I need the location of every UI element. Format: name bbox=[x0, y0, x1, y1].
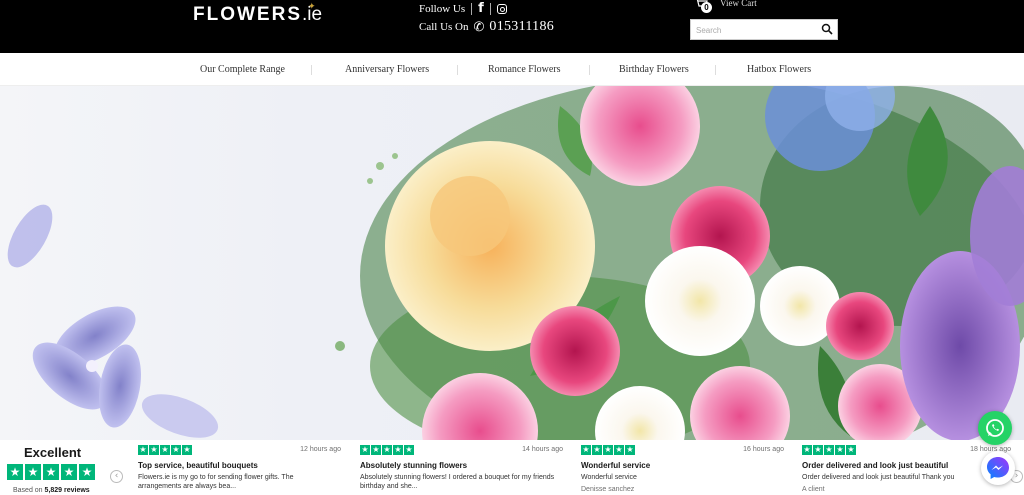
divider bbox=[489, 2, 491, 15]
instagram-icon[interactable] bbox=[496, 3, 507, 14]
review-title: Order delivered and look just beautiful bbox=[802, 461, 949, 470]
star-icon: ★ bbox=[160, 445, 170, 455]
review-card[interactable]: ★ ★ ★ ★ ★ 18 hours ago Order delivered and l… bbox=[802, 440, 1011, 495]
star-icon: ★ bbox=[603, 445, 613, 455]
chevron-left-icon[interactable]: ‹ bbox=[110, 470, 123, 483]
star-icon: ★ bbox=[149, 445, 159, 455]
star-icon: ★ bbox=[835, 445, 845, 455]
review-time: 16 hours ago bbox=[743, 446, 784, 453]
star-icon: ★ bbox=[7, 464, 23, 480]
star-icon: ★ bbox=[25, 464, 41, 480]
star-icon: ★ bbox=[360, 445, 370, 455]
review-time: 14 hours ago bbox=[522, 446, 563, 453]
nav-divider bbox=[589, 65, 590, 75]
nav-item-birthday[interactable]: Birthday Flowers bbox=[619, 64, 689, 75]
star-icon: ★ bbox=[371, 445, 381, 455]
star-icon: ★ bbox=[802, 445, 812, 455]
star-icon: ★ bbox=[824, 445, 834, 455]
star-icon: ★ bbox=[625, 445, 635, 455]
trustpilot-widget: Excellent ★ ★ ★ ★ ★ Based on 5,829 revie… bbox=[0, 440, 1024, 495]
star-icon: ★ bbox=[592, 445, 602, 455]
review-author: Denisse sanchez bbox=[581, 486, 635, 493]
star-icon: ★ bbox=[393, 445, 403, 455]
star-icon: ★ bbox=[182, 445, 192, 455]
whatsapp-icon bbox=[986, 419, 1004, 437]
nav-item-complete-range[interactable]: Our Complete Range bbox=[200, 64, 285, 75]
review-body: Flowers.ie is my go to for sending flowe… bbox=[138, 474, 294, 490]
review-stars: ★ ★ ★ ★ ★ bbox=[360, 445, 414, 455]
review-stars: ★ ★ ★ ★ ★ bbox=[138, 445, 192, 455]
star-icon: ★ bbox=[614, 445, 624, 455]
star-icon: ★ bbox=[581, 445, 591, 455]
review-card[interactable]: ★ ★ ★ ★ ★ 12 hours ago Top service, beautifu… bbox=[138, 440, 344, 495]
nav-item-anniversary[interactable]: Anniversary Flowers bbox=[345, 64, 429, 75]
messenger-button[interactable] bbox=[981, 451, 1015, 485]
review-body: Order delivered and look just beautiful … bbox=[802, 474, 955, 481]
review-author: A client bbox=[802, 486, 825, 493]
review-title: Top service, beautiful bouquets bbox=[138, 461, 258, 470]
cart-icon[interactable]: 0 bbox=[694, 0, 712, 13]
top-header: FLOWERS.ie ✦ Follow Us f Call Us On ✆ 01… bbox=[0, 0, 1024, 53]
star-icon: ★ bbox=[404, 445, 414, 455]
review-body: Wonderful service bbox=[581, 474, 637, 481]
call-label: Call Us On bbox=[419, 21, 469, 33]
review-stars: ★ ★ ★ ★ ★ bbox=[802, 445, 856, 455]
nav-divider bbox=[715, 65, 716, 75]
divider bbox=[471, 2, 473, 15]
facebook-icon[interactable]: f bbox=[478, 1, 484, 16]
whatsapp-button[interactable] bbox=[978, 411, 1012, 445]
star-icon: ★ bbox=[138, 445, 148, 455]
messenger-icon bbox=[987, 457, 1009, 479]
nav-item-romance[interactable]: Romance Flowers bbox=[488, 64, 561, 75]
star-icon: ★ bbox=[171, 445, 181, 455]
review-time: 12 hours ago bbox=[300, 446, 341, 453]
review-body: Absolutely stunning flowers! I ordered a… bbox=[360, 474, 555, 490]
review-card[interactable]: ★ ★ ★ ★ ★ 14 hours ago Absolutely stunning f… bbox=[360, 440, 566, 495]
phone-icon: ✆ bbox=[473, 19, 485, 35]
star-icon: ★ bbox=[79, 464, 95, 480]
flower-bouquet-image bbox=[7, 86, 1024, 440]
star-icon: ★ bbox=[43, 464, 59, 480]
phone-number[interactable]: 015311186 bbox=[489, 19, 554, 35]
hero-banner[interactable] bbox=[0, 86, 1024, 440]
search-box bbox=[690, 19, 838, 40]
follow-us: Follow Us f bbox=[419, 1, 507, 16]
star-icon: ★ bbox=[61, 464, 77, 480]
rating-stars: ★ ★ ★ ★ ★ bbox=[7, 464, 95, 480]
site-logo[interactable]: FLOWERS.ie bbox=[193, 4, 322, 26]
star-icon: ★ bbox=[846, 445, 856, 455]
nav-item-hatbox[interactable]: Hatbox Flowers bbox=[747, 64, 811, 75]
review-count: Based on 5,829 reviews bbox=[13, 487, 90, 494]
rating-label: Excellent bbox=[24, 445, 82, 460]
nav-divider bbox=[311, 65, 312, 75]
search-icon[interactable] bbox=[821, 23, 833, 35]
review-title: Absolutely stunning flowers bbox=[360, 461, 468, 470]
call-us: Call Us On ✆ 015311186 bbox=[419, 19, 554, 35]
trustpilot-summary[interactable]: Excellent ★ ★ ★ ★ ★ Based on 5,829 revie… bbox=[0, 440, 104, 495]
star-icon: ★ bbox=[813, 445, 823, 455]
review-title: Wonderful service bbox=[581, 461, 651, 470]
main-nav: Our Complete Range Anniversary Flowers R… bbox=[0, 53, 1024, 86]
follow-label: Follow Us bbox=[419, 2, 466, 15]
search-input[interactable] bbox=[691, 21, 811, 40]
review-stars: ★ ★ ★ ★ ★ bbox=[581, 445, 635, 455]
cart-count-badge: 0 bbox=[701, 2, 712, 13]
review-card[interactable]: ★ ★ ★ ★ ★ 16 hours ago Wonderful service Won… bbox=[581, 440, 787, 495]
star-icon: ★ bbox=[382, 445, 392, 455]
view-cart[interactable]: 0 View Cart bbox=[694, 0, 757, 13]
cart-label[interactable]: View Cart bbox=[720, 0, 757, 8]
nav-divider bbox=[457, 65, 458, 75]
logo-sparkle-icon: ✦ bbox=[308, 1, 316, 11]
